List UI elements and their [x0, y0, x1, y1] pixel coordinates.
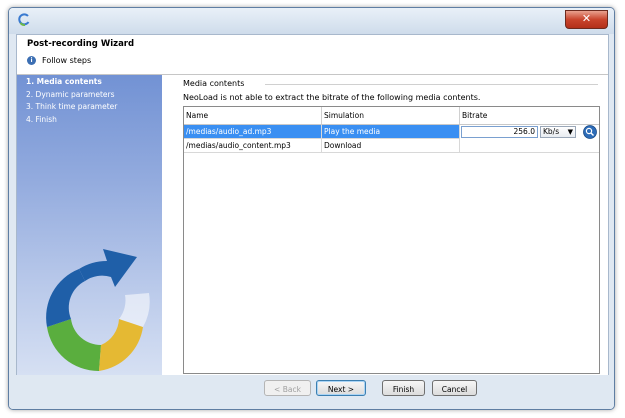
wizard-client: Post-recording Wizard i Follow steps 1. …: [16, 34, 609, 377]
steps-sidebar: 1. Media contents 2. Dynamic parameters …: [17, 75, 162, 376]
cell-simulation[interactable]: Play the media: [322, 125, 460, 139]
cell-name[interactable]: /medias/audio_ad.mp3: [184, 125, 322, 139]
column-header-simulation[interactable]: Simulation: [322, 107, 460, 124]
follow-steps-row: i Follow steps: [27, 56, 91, 65]
wizard-title: Post-recording Wizard: [27, 39, 135, 49]
wizard-window: ✕ Post-recording Wizard i Follow steps 1…: [8, 7, 615, 410]
section-title: Media contents: [183, 79, 245, 88]
section-description: NeoLoad is not able to extract the bitra…: [183, 93, 481, 102]
close-button[interactable]: ✕: [565, 10, 608, 29]
finish-button[interactable]: Finish: [382, 380, 425, 396]
neoload-swirl-logo: [46, 249, 150, 372]
back-button[interactable]: < Back: [264, 380, 311, 396]
media-table: Name Simulation Bitrate /medias/audio_ad…: [183, 106, 600, 374]
wizard-content: Media contents NeoLoad is not able to ex…: [162, 75, 608, 376]
info-icon: i: [27, 56, 36, 65]
chevron-down-icon: ▼: [567, 128, 573, 136]
neoload-logo-icon: [18, 13, 30, 26]
sidebar-step-dynamic-parameters: 2. Dynamic parameters: [26, 90, 115, 99]
cancel-button[interactable]: Cancel: [432, 380, 477, 396]
sidebar-step-media-contents: 1. Media contents: [26, 77, 102, 86]
column-header-bitrate[interactable]: Bitrate: [460, 107, 599, 124]
bitrate-input[interactable]: 256.0: [461, 126, 538, 138]
cell-simulation[interactable]: Download: [322, 139, 460, 153]
cell-name[interactable]: /medias/audio_content.mp3: [184, 139, 322, 153]
bitrate-unit-value: Kb/s: [543, 127, 560, 136]
table-header: Name Simulation Bitrate: [184, 107, 599, 125]
table-row[interactable]: /medias/audio_content.mp3 Download: [184, 139, 599, 153]
column-header-name[interactable]: Name: [184, 107, 322, 124]
section-rule: [265, 84, 598, 85]
table-row[interactable]: /medias/audio_ad.mp3 Play the media 256.…: [184, 125, 599, 139]
button-bar: < Back Next > Finish Cancel: [9, 375, 614, 409]
search-icon[interactable]: [583, 125, 597, 139]
next-button[interactable]: Next >: [316, 380, 366, 396]
sidebar-step-finish: 4. Finish: [26, 115, 57, 124]
title-bar[interactable]: ✕: [9, 8, 614, 34]
close-icon: ✕: [581, 12, 592, 25]
bitrate-unit-select[interactable]: Kb/s ▼: [540, 126, 576, 138]
bitrate-editor: 256.0 Kb/s ▼: [460, 125, 599, 139]
follow-steps-label: Follow steps: [42, 56, 92, 65]
wizard-header: Post-recording Wizard i Follow steps: [17, 35, 608, 75]
cell-bitrate[interactable]: [460, 139, 599, 153]
sidebar-step-think-time: 3. Think time parameter: [26, 102, 118, 111]
